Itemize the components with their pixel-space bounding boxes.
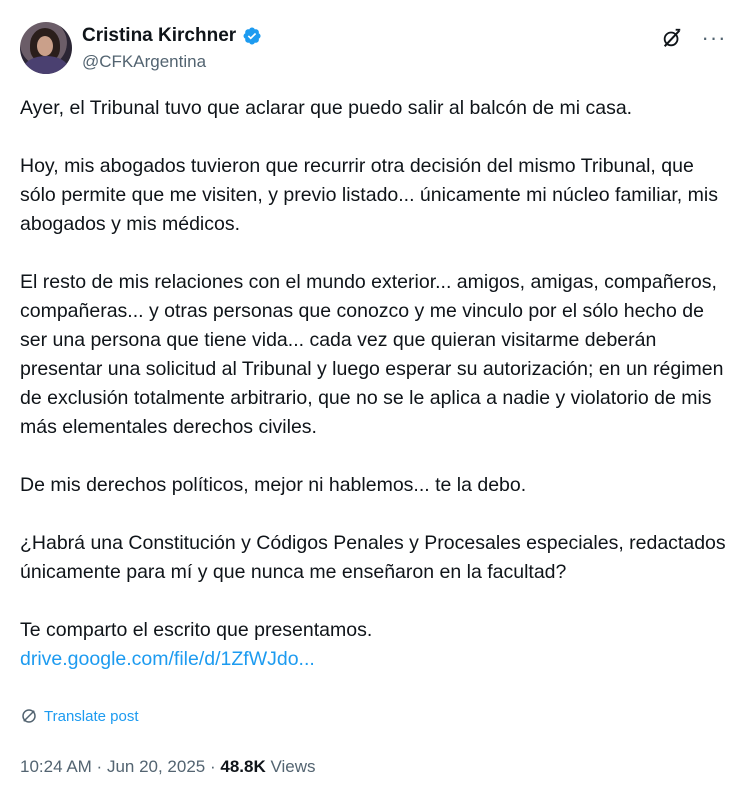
author-name[interactable]: Cristina Kirchner	[82, 24, 236, 48]
post-meta: 10:24 AM · Jun 20, 2025 · 48.8K Views	[20, 757, 316, 777]
post-paragraph: Hoy, mis abogados tuvieron que recurrir …	[20, 155, 718, 235]
meta-separator: ·	[205, 757, 221, 776]
author-name-row[interactable]: Cristina Kirchner	[82, 24, 262, 48]
views-count: 48.8K	[220, 757, 266, 776]
drive-link[interactable]: drive.google.com/file/d/1ZfWJdo...	[20, 645, 730, 674]
post-actions: ···	[660, 26, 726, 50]
post-closing: Te comparto el escrito que presentamos. …	[20, 616, 730, 674]
author-handle[interactable]: @CFKArgentina	[82, 50, 262, 74]
translate-label[interactable]: Translate post	[44, 708, 139, 725]
post-header: Cristina Kirchner @CFKArgentina ···	[20, 20, 726, 76]
more-options-icon[interactable]: ···	[702, 26, 726, 50]
post-paragraph: Ayer, el Tribunal tuvo que aclarar que p…	[20, 97, 633, 119]
grok-icon[interactable]	[660, 26, 684, 50]
views-label: Views	[265, 757, 316, 776]
closing-text: Te comparto el escrito que presentamos.	[20, 619, 373, 641]
meta-separator: ·	[91, 757, 107, 776]
post-paragraph: ¿Habrá una Constitución y Códigos Penale…	[20, 532, 726, 583]
post-paragraph: El resto de mis relaciones con el mundo …	[20, 271, 724, 438]
post-paragraph: De mis derechos políticos, mejor ni habl…	[20, 474, 527, 496]
translate-icon	[22, 709, 36, 723]
author-block: Cristina Kirchner @CFKArgentina	[82, 24, 262, 74]
verified-badge-icon	[243, 27, 261, 45]
post-time[interactable]: 10:24 AM	[20, 757, 92, 776]
post-date[interactable]: Jun 20, 2025	[107, 757, 205, 776]
avatar[interactable]	[20, 22, 72, 74]
translate-post-button[interactable]: Translate post	[20, 707, 139, 725]
post-text: Ayer, el Tribunal tuvo que aclarar que p…	[20, 94, 730, 674]
